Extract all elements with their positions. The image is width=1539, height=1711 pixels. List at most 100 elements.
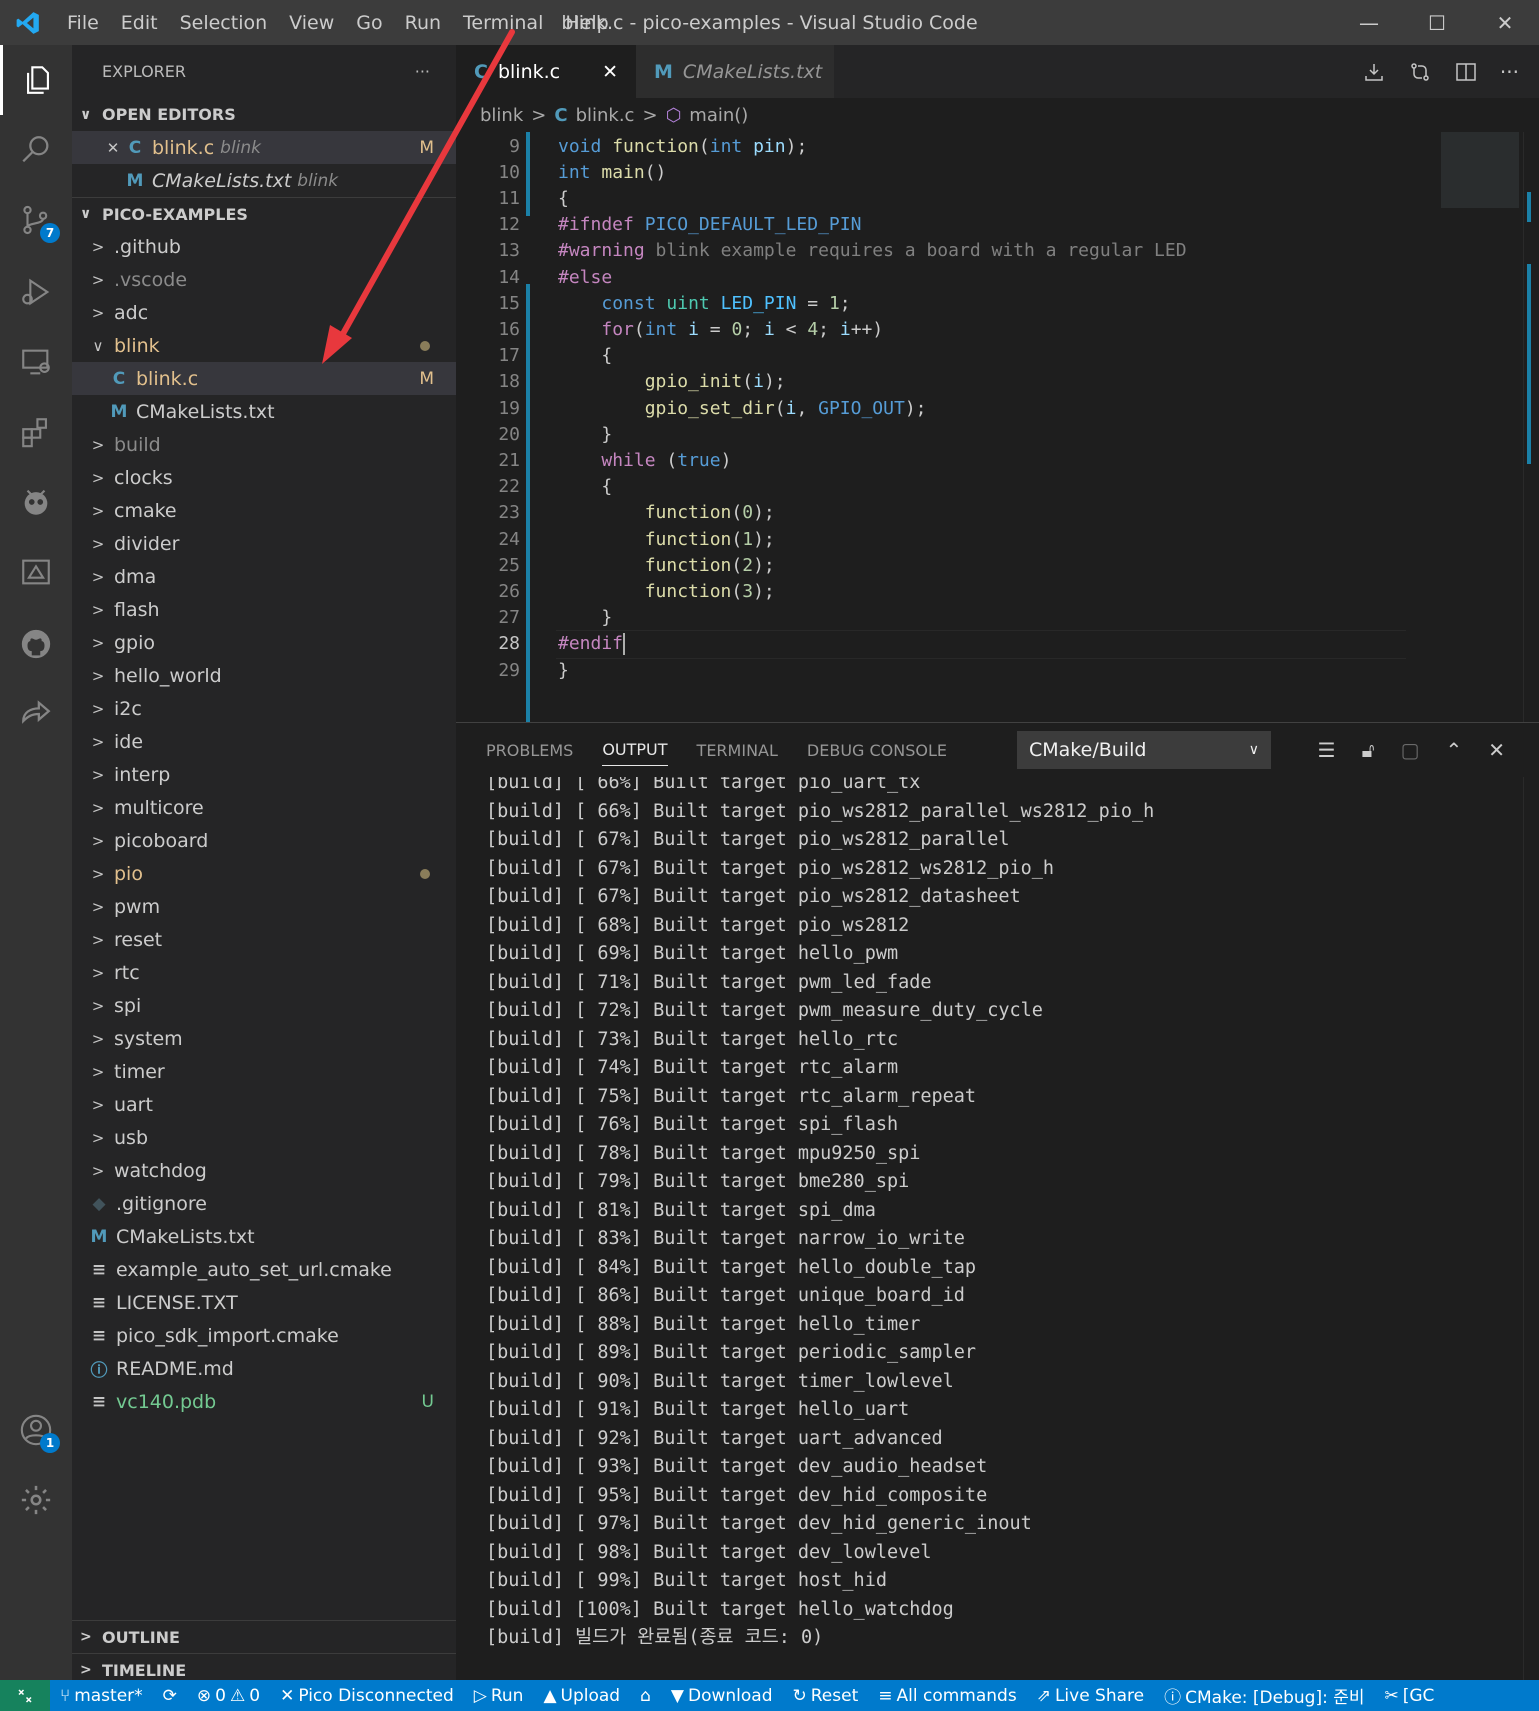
cmake-status[interactable]: ⓘ CMake: [Debug]: 준비 — [1154, 1683, 1374, 1708]
file-item[interactable]: ≡ vc140.pdb U — [72, 1385, 456, 1418]
folder-item[interactable]: > spi — [72, 989, 456, 1022]
platformio-icon[interactable] — [0, 467, 72, 537]
panel-tab-problems[interactable]: PROBLEMS — [486, 741, 573, 760]
live-share-icon[interactable] — [0, 679, 72, 749]
menu-item-go[interactable]: Go — [345, 12, 393, 34]
folder-item[interactable]: > uart — [72, 1088, 456, 1121]
open-log-icon[interactable]: ▢ — [1401, 738, 1420, 762]
compare-changes-icon[interactable] — [1408, 60, 1432, 84]
breadcrumb-symbol[interactable]: main() — [689, 105, 748, 126]
maximize-icon[interactable]: ☐ — [1403, 0, 1471, 45]
home-button[interactable]: ⌂ — [630, 1686, 661, 1706]
panel-tab-output[interactable]: OUTPUT — [602, 740, 668, 766]
tab-cmakelists[interactable]: M CMakeLists.txt — [636, 45, 834, 98]
close-window-icon[interactable]: ✕ — [1471, 0, 1539, 45]
file-item[interactable]: ⓘ README.md — [72, 1352, 456, 1385]
split-editor-icon[interactable] — [1454, 60, 1478, 84]
download-icon[interactable] — [1362, 60, 1386, 84]
live-share-button[interactable]: ⇗ Live Share — [1027, 1686, 1154, 1706]
folder-item[interactable]: > .github — [72, 230, 456, 263]
file-item[interactable]: M CMakeLists.txt — [72, 1220, 456, 1253]
search-icon[interactable] — [0, 115, 72, 185]
open-editor-item[interactable]: ✕ Cblink.c blink M — [72, 131, 456, 164]
file-item[interactable]: Cblink.c M — [72, 362, 456, 395]
menu-item-view[interactable]: View — [278, 12, 345, 34]
upload-button[interactable]: ▲ Upload — [533, 1686, 630, 1706]
folder-item[interactable]: > divider — [72, 527, 456, 560]
tab-blink-c[interactable]: C blink.c ✕ — [456, 45, 636, 98]
workspace-section[interactable]: ∨ PICO-EXAMPLES — [72, 197, 456, 230]
file-item[interactable]: M CMakeLists.txt — [72, 395, 456, 428]
menu-item-edit[interactable]: Edit — [110, 12, 169, 34]
output-channel-select[interactable]: CMake/Build ∨ — [1017, 731, 1271, 769]
menu-item-terminal[interactable]: Terminal — [452, 12, 554, 34]
all-commands-button[interactable]: ≡ All commands — [868, 1686, 1026, 1706]
run-debug-icon[interactable] — [0, 257, 72, 327]
gcc-kit-status[interactable]: ✂ [GC — [1375, 1686, 1445, 1706]
breadcrumb-file[interactable]: blink.c — [576, 105, 635, 126]
folder-item[interactable]: > timer — [72, 1055, 456, 1088]
folder-item[interactable]: > cmake — [72, 494, 456, 527]
folder-item[interactable]: > multicore — [72, 791, 456, 824]
breadcrumb-folder[interactable]: blink — [480, 105, 523, 126]
panel-tab-debug-console[interactable]: DEBUG CONSOLE — [807, 741, 947, 760]
editor-scrollbar[interactable] — [1523, 132, 1539, 722]
cmake-icon[interactable] — [0, 537, 72, 607]
folder-item[interactable]: > hello_world — [72, 659, 456, 692]
problems-status[interactable]: ⊗ 0 ⚠ 0 — [187, 1686, 270, 1706]
open-editors-section[interactable]: ∨ OPEN EDITORS — [72, 98, 456, 131]
file-item[interactable]: ≡ example_auto_set_url.cmake — [72, 1253, 456, 1286]
extensions-icon[interactable] — [0, 397, 72, 467]
remote-indicator-icon[interactable] — [0, 1680, 50, 1711]
folder-item[interactable]: > gpio — [72, 626, 456, 659]
github-icon[interactable] — [0, 609, 72, 679]
source-control-icon[interactable]: 7 — [0, 185, 72, 255]
folder-item[interactable]: > system — [72, 1022, 456, 1055]
panel-scrollbar[interactable] — [1523, 777, 1539, 1681]
settings-gear-icon[interactable] — [0, 1465, 72, 1535]
close-panel-icon[interactable]: ✕ — [1488, 738, 1505, 762]
folder-item[interactable]: > pwm — [72, 890, 456, 923]
folder-item[interactable]: > reset — [72, 923, 456, 956]
open-editor-item[interactable]: M CMakeLists.txt blink — [72, 164, 456, 197]
close-icon[interactable]: ✕ — [102, 139, 124, 157]
outline-section[interactable]: > OUTLINE — [72, 1620, 456, 1653]
file-item[interactable]: ≡ pico_sdk_import.cmake — [72, 1319, 456, 1352]
folder-item[interactable]: > clocks — [72, 461, 456, 494]
folder-item[interactable]: > pio — [72, 857, 456, 890]
file-item[interactable]: ≡ LICENSE.TXT — [72, 1286, 456, 1319]
lock-scroll-icon[interactable]: 🔓︎ — [1362, 738, 1375, 762]
minimize-icon[interactable]: — — [1335, 0, 1403, 45]
folder-item[interactable]: > adc — [72, 296, 456, 329]
folder-item[interactable]: ∨ blink — [72, 329, 456, 362]
accounts-icon[interactable]: 1 — [0, 1395, 72, 1465]
folder-item[interactable]: > rtc — [72, 956, 456, 989]
folder-item[interactable]: > .vscode — [72, 263, 456, 296]
folder-item[interactable]: > watchdog — [72, 1154, 456, 1187]
file-item[interactable]: ◆ .gitignore — [72, 1187, 456, 1220]
close-tab-icon[interactable]: ✕ — [602, 61, 618, 83]
menu-item-help[interactable]: Help — [554, 12, 619, 34]
folder-item[interactable]: > dma — [72, 560, 456, 593]
more-actions-icon[interactable]: ··· — [415, 62, 430, 81]
folder-item[interactable]: > i2c — [72, 692, 456, 725]
reset-button[interactable]: ↻ Reset — [783, 1686, 869, 1706]
remote-explorer-icon[interactable] — [0, 327, 72, 397]
folder-item[interactable]: > ide — [72, 725, 456, 758]
menu-item-run[interactable]: Run — [394, 12, 452, 34]
panel-tab-terminal[interactable]: TERMINAL — [697, 741, 778, 760]
folder-item[interactable]: > picoboard — [72, 824, 456, 857]
clear-output-icon[interactable]: ☰ — [1318, 738, 1336, 762]
sync-status[interactable]: ⟳ — [153, 1686, 187, 1706]
code-editor[interactable]: 9 void function(int pin); 10 int main() 11{1… — [456, 132, 1539, 722]
branch-status[interactable]: ⑂ master* — [50, 1686, 153, 1706]
folder-item[interactable]: > usb — [72, 1121, 456, 1154]
download-button[interactable]: ▼ Download — [661, 1686, 783, 1706]
folder-item[interactable]: > flash — [72, 593, 456, 626]
menu-item-file[interactable]: File — [56, 12, 110, 34]
menu-item-selection[interactable]: Selection — [169, 12, 279, 34]
folder-item[interactable]: > build — [72, 428, 456, 461]
more-icon[interactable]: ··· — [1500, 60, 1519, 84]
minimap[interactable] — [1439, 132, 1539, 722]
run-button[interactable]: ▷ Run — [464, 1686, 534, 1706]
